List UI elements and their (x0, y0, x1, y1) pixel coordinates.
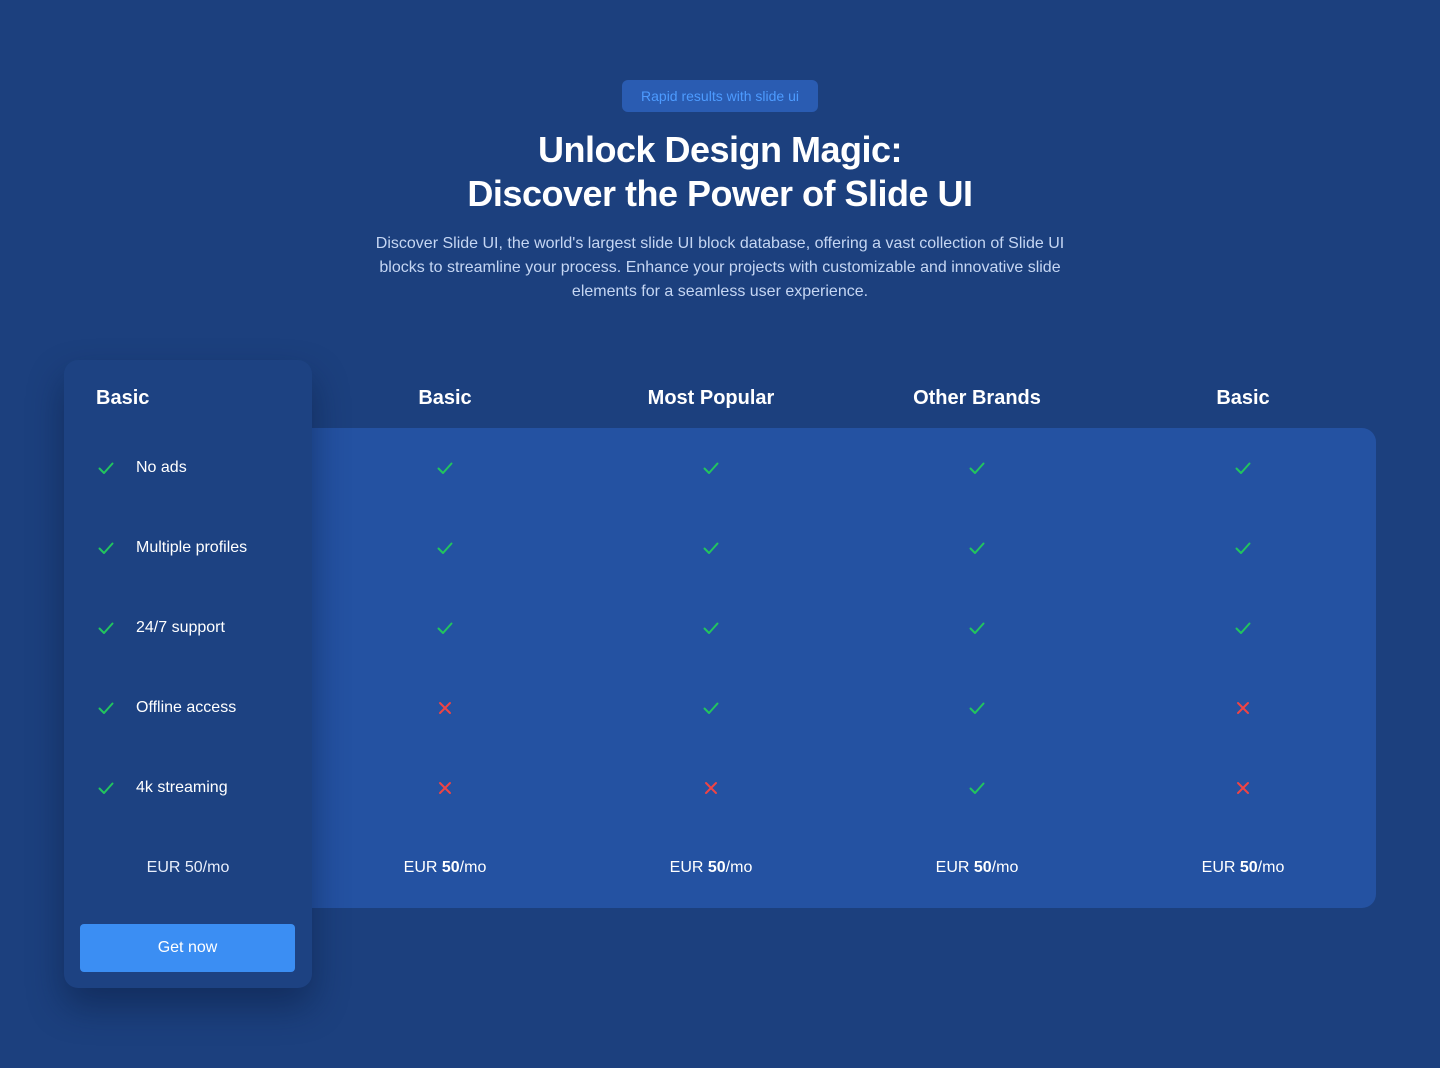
comparison-cell (578, 696, 844, 720)
comparison-cell (844, 696, 1110, 720)
comparison-cell (1110, 536, 1376, 560)
check-icon (967, 458, 987, 478)
pricing-page: Rapid results with slide ui Unlock Desig… (0, 0, 1440, 1068)
plan-title: Basic (96, 387, 150, 409)
comparison-cell (1110, 616, 1376, 640)
comparison-cell (578, 456, 844, 480)
price-amount: 50 (441, 859, 460, 876)
check-icon (967, 778, 987, 798)
column-header: Other Brands (913, 387, 1041, 409)
price-period: /mo (459, 859, 487, 876)
plan-card: Basic No ads Multiple profiles 24/7 suppor… (64, 360, 312, 988)
comparison-cell (312, 456, 578, 480)
comparison-cell (578, 776, 844, 800)
column-header: Basic (1216, 387, 1270, 409)
price-amount: 50 (707, 859, 726, 876)
check-icon (96, 618, 116, 638)
feature-row: 4k streaming (96, 776, 228, 800)
column-header: Most Popular (647, 387, 775, 409)
title-line-1: Unlock Design Magic: (537, 129, 903, 170)
cross-icon (701, 778, 721, 798)
check-icon (435, 538, 455, 558)
price-amount: 50 (973, 859, 992, 876)
cross-icon (435, 778, 455, 798)
comparison-cell (1110, 776, 1376, 800)
hero-description: Discover Slide UI, the world's largest s… (375, 235, 1065, 300)
column-header: Basic (418, 387, 472, 409)
comparison-cell (844, 776, 1110, 800)
check-icon (96, 698, 116, 718)
check-icon (1233, 458, 1253, 478)
comparison-cell (578, 536, 844, 560)
check-icon (1233, 618, 1253, 638)
check-icon (96, 778, 116, 798)
check-icon (435, 618, 455, 638)
price-period: /mo (991, 859, 1019, 876)
check-icon (701, 618, 721, 638)
feature-row: Offline access (96, 696, 236, 720)
comparison-cell (312, 536, 578, 560)
column-price: EUR 50/mo (1110, 856, 1376, 880)
cross-icon (1233, 698, 1253, 718)
column-price: EUR 50/mo (844, 856, 1110, 880)
feature-row: No ads (96, 456, 187, 480)
price-amount: 50 (1239, 859, 1258, 876)
check-icon (701, 538, 721, 558)
comparison-cell (1110, 456, 1376, 480)
price-period: /mo (1257, 859, 1285, 876)
price-currency: EUR (669, 859, 708, 876)
comparison-cell (844, 536, 1110, 560)
check-icon (967, 698, 987, 718)
check-icon (96, 458, 116, 478)
feature-label: 4k streaming (136, 779, 228, 796)
cross-icon (435, 698, 455, 718)
comparison-cell (312, 696, 578, 720)
feature-label: Offline access (136, 699, 237, 716)
check-icon (96, 538, 116, 558)
check-icon (701, 698, 721, 718)
column-price: EUR 50/mo (578, 856, 844, 880)
column-price: EUR 50/mo (312, 856, 578, 880)
feature-label: No ads (136, 459, 187, 476)
comparison-cell (844, 456, 1110, 480)
feature-label: Multiple profiles (136, 539, 248, 556)
check-icon (967, 538, 987, 558)
feature-row: 24/7 support (96, 616, 225, 640)
comparison-cell (1110, 696, 1376, 720)
check-icon (435, 458, 455, 478)
plan-price: EUR 50/mo (146, 859, 230, 876)
comparison-panel (312, 428, 1376, 908)
comparison-cell (578, 616, 844, 640)
feature-label: 24/7 support (136, 619, 225, 636)
comparison-cell (312, 616, 578, 640)
price-period: /mo (725, 859, 753, 876)
title-line-2: Discover the Power of Slide UI (467, 173, 973, 214)
cross-icon (1233, 778, 1253, 798)
feature-row: Multiple profiles (96, 536, 247, 560)
price-currency: EUR (1201, 859, 1240, 876)
page-title: Unlock Design Magic: Discover the Power … (0, 128, 1440, 216)
price-currency: EUR (403, 859, 442, 876)
get-now-button[interactable]: Get now (80, 924, 295, 972)
price-currency: EUR (935, 859, 974, 876)
check-icon (701, 458, 721, 478)
comparison-cell (312, 776, 578, 800)
header-badge: Rapid results with slide ui (622, 80, 818, 112)
check-icon (967, 618, 987, 638)
comparison-cell (844, 616, 1110, 640)
check-icon (1233, 538, 1253, 558)
